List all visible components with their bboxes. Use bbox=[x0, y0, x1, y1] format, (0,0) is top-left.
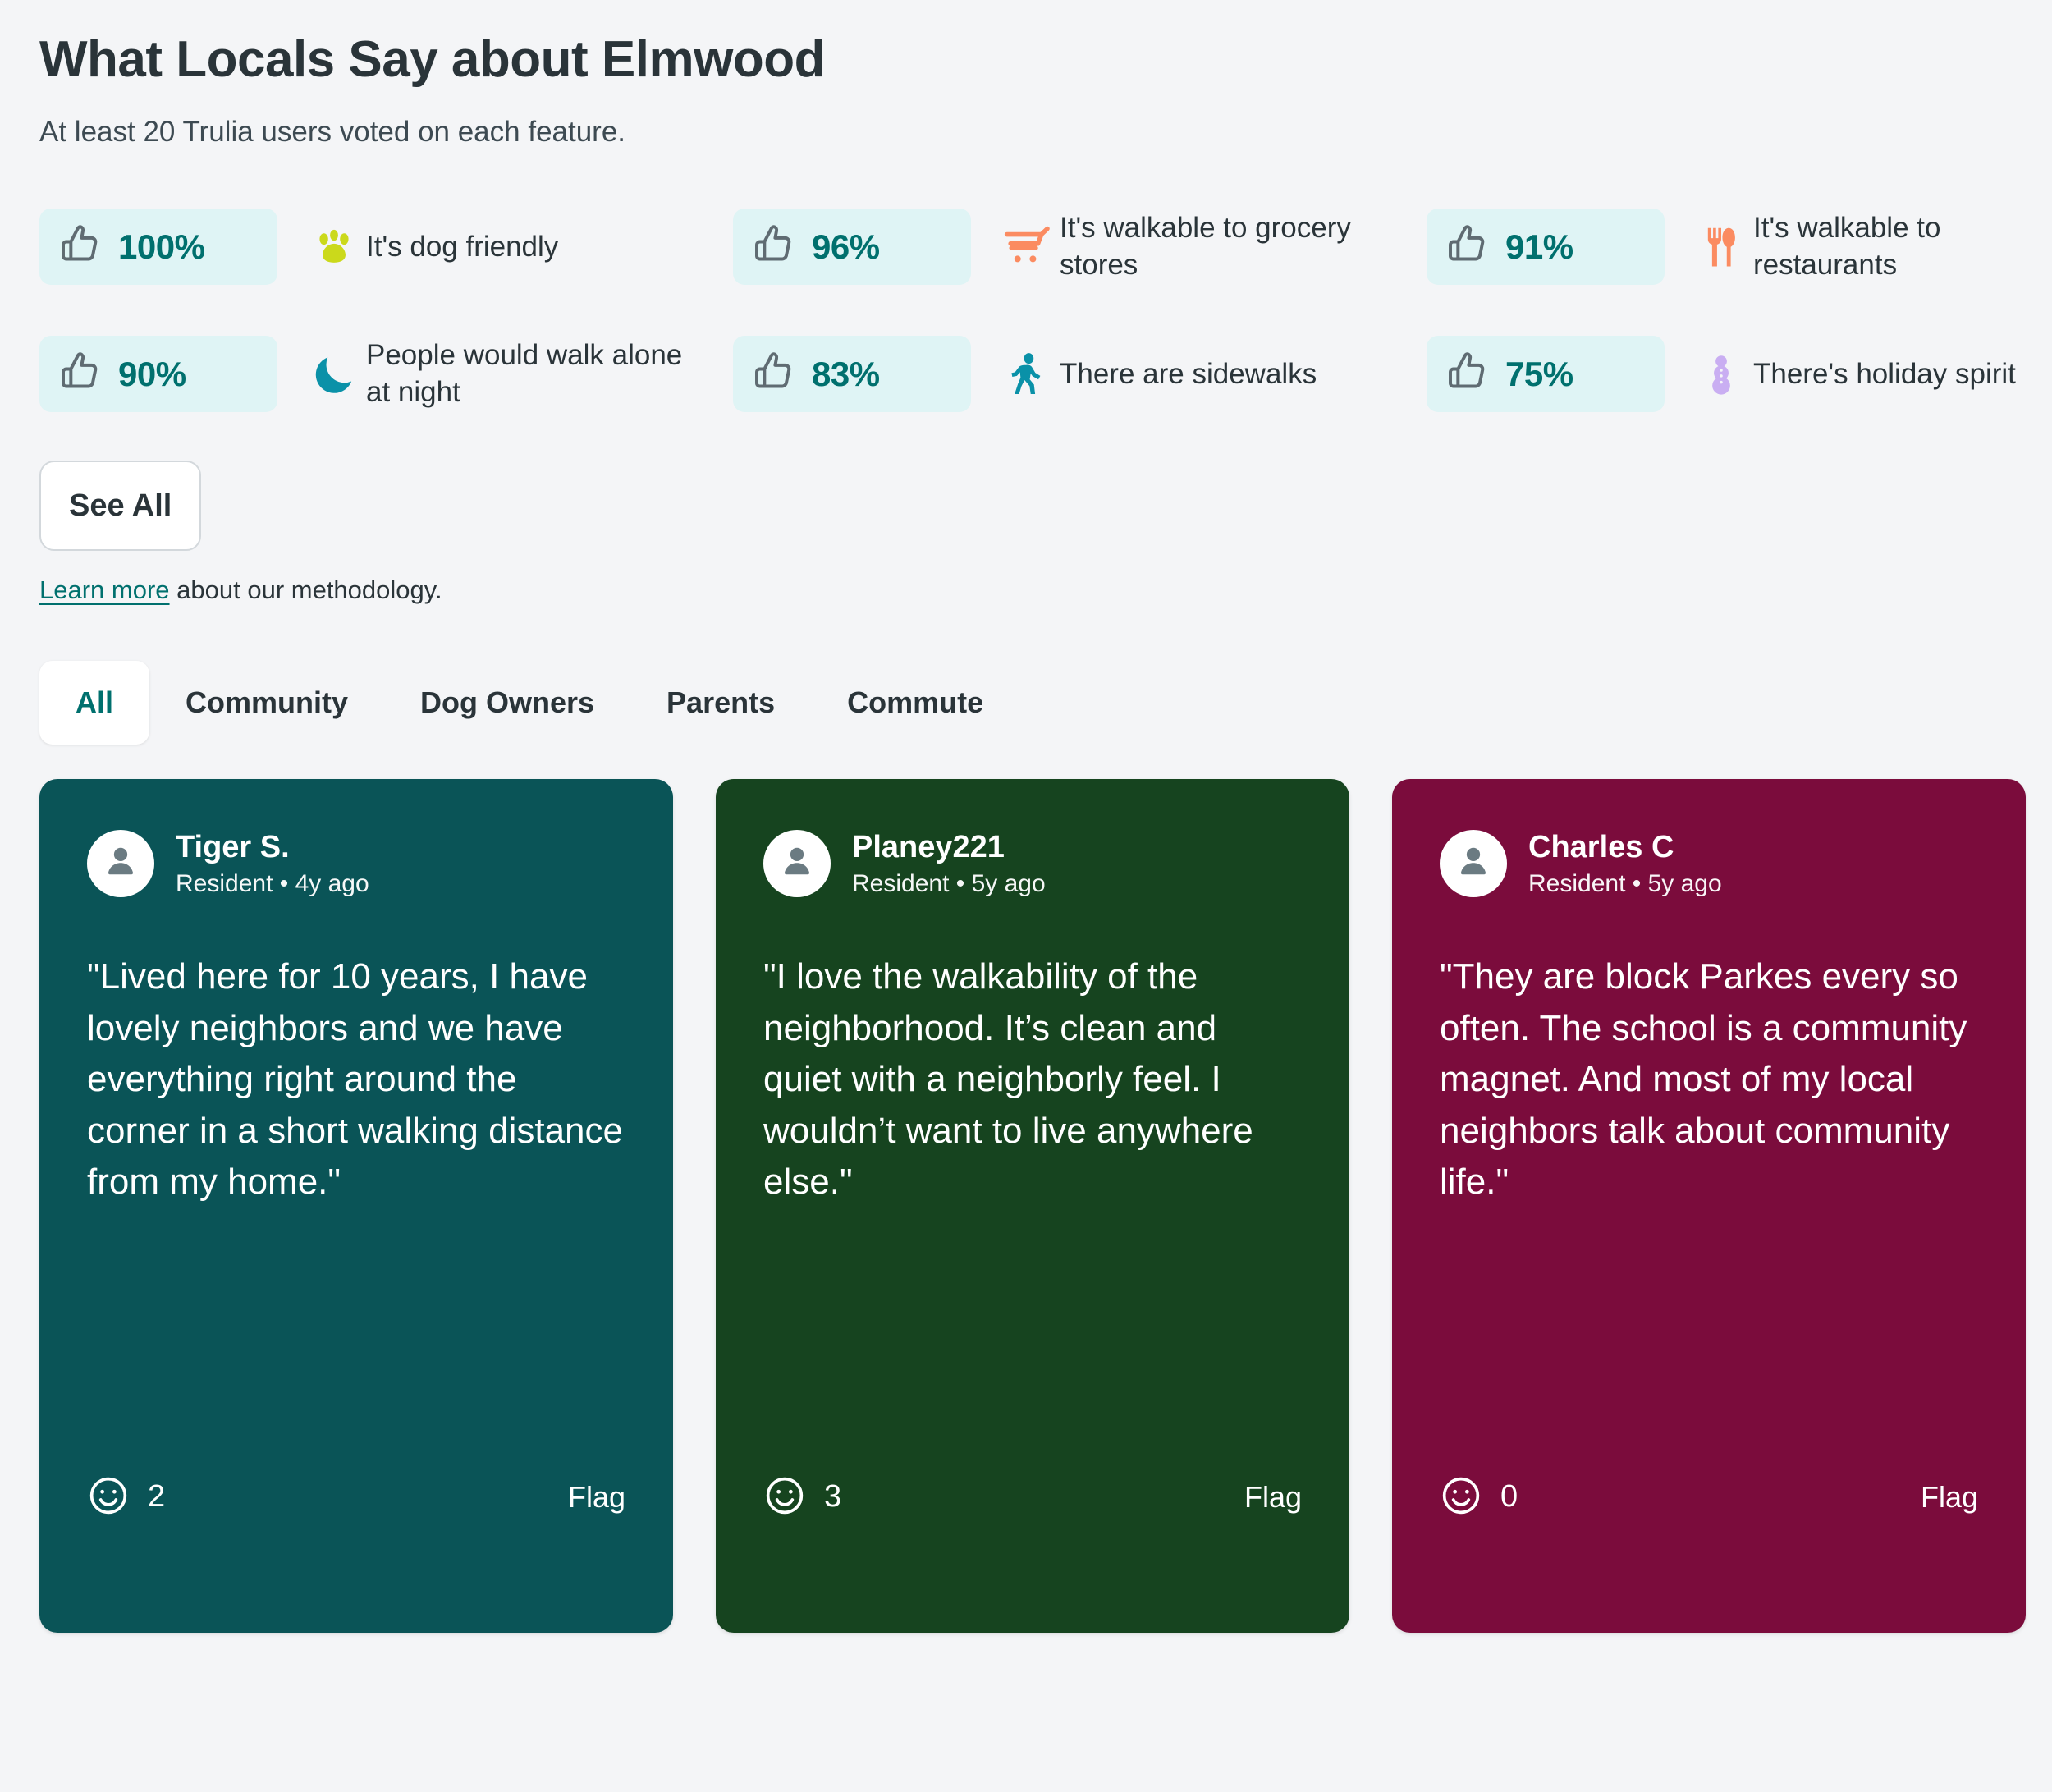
review-author-block: Charles C Resident • 5y ago bbox=[1440, 830, 1978, 898]
tab-commute[interactable]: Commute bbox=[811, 661, 1019, 745]
flag-button[interactable]: Flag bbox=[568, 1480, 625, 1515]
feature-label: There are sidewalks bbox=[1060, 357, 1317, 390]
feature-vote-item: 83% There are sidewalks bbox=[733, 310, 1427, 438]
feature-label: People would walk alone at night bbox=[366, 339, 683, 408]
crescent-moon-icon bbox=[302, 349, 366, 400]
review-author-meta: Resident • 4y ago bbox=[176, 869, 369, 897]
vote-percent-value: 83% bbox=[812, 354, 880, 393]
reaction-button[interactable]: 2 bbox=[87, 1474, 165, 1519]
vote-percent-value: 75% bbox=[1505, 354, 1573, 393]
review-quote-wrap: "Lived here for 10 years, I have lovely … bbox=[87, 951, 625, 1387]
review-filter-tabs: All Community Dog Owners Parents Commute bbox=[39, 661, 2052, 745]
flag-button[interactable]: Flag bbox=[1244, 1480, 1302, 1515]
methodology-rest: about our methodology. bbox=[169, 575, 442, 605]
feature-label: It's walkable to restaurants bbox=[1753, 212, 1941, 281]
review-card-list: Tiger S. Resident • 4y ago "Lived here f… bbox=[39, 779, 2052, 1634]
vote-percent-value: 91% bbox=[1505, 227, 1573, 266]
feature-vote-item: 96% It's walkable to grocery stores bbox=[733, 183, 1427, 310]
avatar bbox=[763, 830, 831, 898]
review-quote-wrap: "I love the walkability of the neighborh… bbox=[763, 951, 1302, 1387]
methodology-text: Learn more about our methodology. bbox=[39, 575, 2052, 605]
avatar bbox=[87, 830, 154, 898]
review-card-footer: 0 Flag bbox=[1440, 1474, 1978, 1519]
thumbs-up-icon bbox=[1445, 349, 1491, 399]
review-card[interactable]: Charles C Resident • 5y ago "They are bl… bbox=[1392, 779, 2026, 1634]
flag-button[interactable]: Flag bbox=[1921, 1480, 1978, 1515]
page-title: What Locals Say about Elmwood bbox=[39, 31, 825, 88]
shopping-cart-icon bbox=[996, 221, 1060, 273]
vote-percent-pill: 100% bbox=[39, 209, 277, 286]
header: What Locals Say about Elmwood At least 2… bbox=[0, 0, 2052, 149]
reaction-count: 2 bbox=[148, 1479, 166, 1515]
review-quote: "I love the walkability of the neighborh… bbox=[763, 956, 1253, 1203]
reaction-button[interactable]: 3 bbox=[763, 1474, 841, 1519]
page-subtitle: At least 20 Trulia users voted on each f… bbox=[39, 116, 626, 149]
review-author-name: Planey221 bbox=[852, 830, 1005, 865]
quote-fade-overlay bbox=[1440, 1231, 1978, 1387]
tab-community[interactable]: Community bbox=[149, 661, 384, 745]
smiley-icon bbox=[1440, 1474, 1482, 1519]
quote-fade-overlay bbox=[763, 1231, 1302, 1387]
vote-percent-pill: 91% bbox=[1427, 209, 1665, 286]
review-card-footer: 2 Flag bbox=[87, 1474, 625, 1519]
review-author-block: Planey221 Resident • 5y ago bbox=[763, 830, 1302, 898]
avatar bbox=[1440, 830, 1507, 898]
thumbs-up-icon bbox=[751, 349, 797, 399]
feature-vote-grid: 100% It's dog friendly 96% It's walkable… bbox=[39, 183, 2026, 438]
reaction-count: 3 bbox=[824, 1479, 842, 1515]
fork-knife-icon bbox=[1689, 222, 1753, 273]
see-all-button[interactable]: See All bbox=[39, 461, 202, 552]
review-card-footer: 3 Flag bbox=[763, 1474, 1302, 1519]
reaction-count: 0 bbox=[1500, 1479, 1518, 1515]
person-icon bbox=[776, 841, 818, 887]
vote-percent-pill: 83% bbox=[733, 336, 971, 413]
review-quote: "They are block Parkes every so often. T… bbox=[1440, 956, 1967, 1203]
smiley-icon bbox=[763, 1474, 806, 1519]
thumbs-up-icon bbox=[1445, 222, 1491, 272]
reaction-button[interactable]: 0 bbox=[1440, 1474, 1518, 1519]
walking-person-icon bbox=[996, 347, 1060, 401]
thumbs-up-icon bbox=[57, 349, 103, 399]
vote-percent-value: 90% bbox=[118, 354, 186, 393]
tab-dog-owners[interactable]: Dog Owners bbox=[384, 661, 630, 745]
feature-vote-item: 91% It's walkable to restaurants bbox=[1427, 183, 2026, 310]
vote-percent-pill: 75% bbox=[1427, 336, 1665, 413]
smiley-icon bbox=[87, 1474, 130, 1519]
learn-more-link[interactable]: Learn more bbox=[39, 575, 170, 604]
review-card[interactable]: Planey221 Resident • 5y ago "I love the … bbox=[716, 779, 1349, 1634]
thumbs-up-icon bbox=[751, 222, 797, 272]
vote-percent-pill: 90% bbox=[39, 336, 277, 413]
feature-vote-item: 90% People would walk alone at night bbox=[39, 310, 733, 438]
vote-percent-value: 100% bbox=[118, 227, 205, 266]
vote-percent-value: 96% bbox=[812, 227, 880, 266]
review-author-name: Tiger S. bbox=[176, 830, 290, 865]
review-card[interactable]: Tiger S. Resident • 4y ago "Lived here f… bbox=[39, 779, 673, 1634]
review-author-meta: Resident • 5y ago bbox=[852, 869, 1046, 897]
review-quote-wrap: "They are block Parkes every so often. T… bbox=[1440, 951, 1978, 1387]
feature-label: It's walkable to grocery stores bbox=[1060, 212, 1351, 281]
person-icon bbox=[1453, 841, 1494, 887]
tab-all[interactable]: All bbox=[39, 661, 150, 745]
feature-vote-item: 75% There's holiday spirit bbox=[1427, 310, 2026, 438]
feature-label: There's holiday spirit bbox=[1753, 357, 2016, 390]
locals-say-panel: What Locals Say about Elmwood At least 2… bbox=[0, 0, 2052, 1792]
feature-label: It's dog friendly bbox=[366, 230, 559, 263]
feature-vote-item: 100% It's dog friendly bbox=[39, 183, 733, 310]
review-author-name: Charles C bbox=[1528, 830, 1674, 865]
tab-parents[interactable]: Parents bbox=[630, 661, 811, 745]
vote-percent-pill: 96% bbox=[733, 209, 971, 286]
review-author-meta: Resident • 5y ago bbox=[1528, 869, 1722, 897]
quote-fade-overlay bbox=[87, 1231, 625, 1387]
thumbs-up-icon bbox=[57, 222, 103, 272]
person-icon bbox=[100, 841, 141, 887]
review-author-block: Tiger S. Resident • 4y ago bbox=[87, 830, 625, 898]
snowman-icon bbox=[1689, 347, 1753, 401]
paw-print-icon bbox=[302, 222, 366, 273]
review-quote: "Lived here for 10 years, I have lovely … bbox=[87, 956, 623, 1203]
